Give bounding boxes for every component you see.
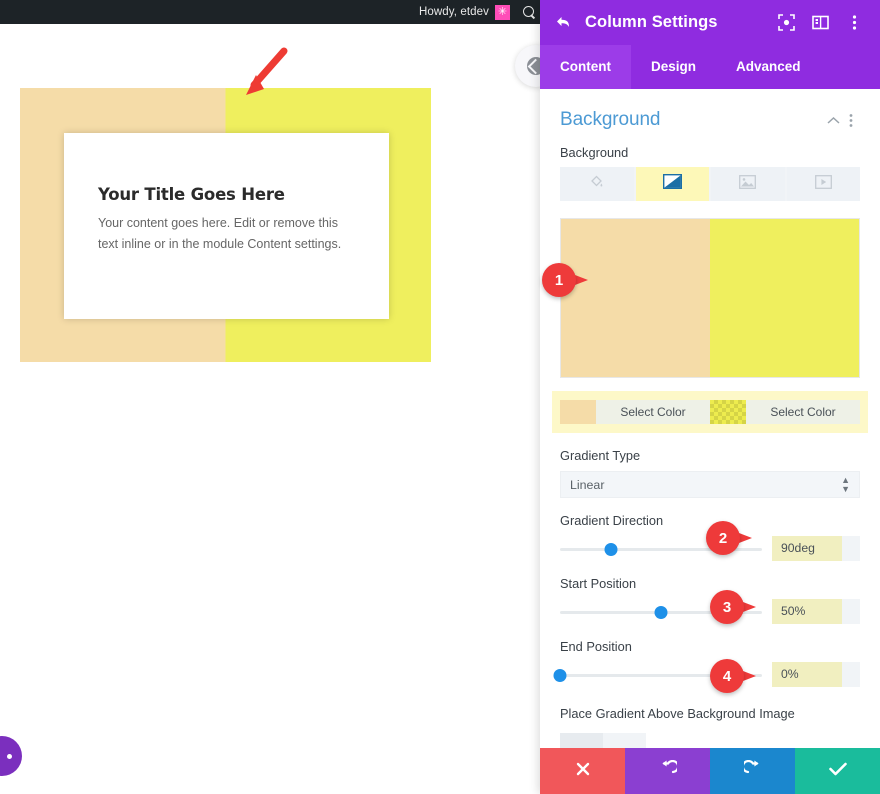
red-arrow-annotation <box>240 45 290 105</box>
checkmark-icon <box>828 762 847 781</box>
gradient-column[interactable]: Your Title Goes Here Your content goes h… <box>20 88 431 362</box>
marker-number: 4 <box>710 659 744 693</box>
tab-advanced[interactable]: Advanced <box>716 45 821 89</box>
screen: Howdy, etdev ✳ Your Title Goes Here Your… <box>0 0 880 794</box>
gradient-direction-value: 90deg <box>781 541 815 555</box>
panel-footer <box>540 748 880 794</box>
page-title: Column Settings <box>585 13 718 31</box>
gradient-type-select[interactable]: Linear ▲ ▼ <box>560 471 860 498</box>
save-button[interactable] <box>795 748 880 794</box>
video-icon <box>814 174 832 194</box>
start-position-label: Start Position <box>560 576 637 591</box>
annotation-marker-1: 1 <box>532 263 594 301</box>
tab-design[interactable]: Design <box>631 45 716 89</box>
section-title: Background <box>560 109 661 130</box>
end-position-input[interactable]: 0% <box>772 662 860 687</box>
end-position-value: 0% <box>781 667 799 681</box>
gradient-preview[interactable] <box>560 218 860 378</box>
panel-body: Background Background Select Color Selec… <box>540 89 880 748</box>
cancel-button[interactable] <box>540 748 625 794</box>
background-video-tab[interactable] <box>786 167 860 201</box>
builder-fab-button[interactable] <box>0 736 22 776</box>
gradient-type-value: Linear <box>570 477 605 492</box>
toggle-off-half[interactable] <box>560 732 603 748</box>
gradient-icon <box>662 173 682 194</box>
close-x-icon <box>575 761 591 782</box>
place-gradient-toggle[interactable] <box>560 732 646 748</box>
chevron-up-icon[interactable] <box>824 111 842 129</box>
panel-tabs: Content Design Advanced <box>540 45 880 89</box>
panel-layout-icon[interactable] <box>808 11 832 35</box>
panel-header: Column Settings <box>540 0 880 45</box>
text-module-card[interactable]: Your Title Goes Here Your content goes h… <box>64 133 389 319</box>
focus-target-icon[interactable] <box>774 11 798 35</box>
gradient-type-control: Gradient Type Linear ▲ ▼ <box>540 433 880 498</box>
annotation-marker-3: 3 <box>700 590 762 628</box>
background-gradient-tab[interactable] <box>635 167 709 201</box>
background-image-tab[interactable] <box>711 167 785 201</box>
background-field-label: Background <box>560 145 629 160</box>
gradient-end-swatch[interactable] <box>710 400 746 424</box>
annotation-marker-4: 4 <box>700 659 762 697</box>
gradient-color-row: Select Color Select Color <box>552 391 868 433</box>
gradient-direction-input[interactable]: 90deg <box>772 536 860 561</box>
chevron-updown-icon: ▲ ▼ <box>841 475 850 494</box>
gradient-start-swatch[interactable] <box>560 400 596 424</box>
gradient-type-label: Gradient Type <box>560 448 641 463</box>
howdy-label[interactable]: Howdy, etdev <box>419 6 489 18</box>
background-color-tab[interactable] <box>560 167 634 201</box>
toggle-on-half[interactable] <box>603 733 646 748</box>
search-icon[interactable] <box>521 4 537 20</box>
avatar[interactable]: ✳ <box>495 4 510 20</box>
background-type-tabs <box>560 167 860 201</box>
redo-button[interactable] <box>710 748 795 794</box>
marker-number: 1 <box>542 263 576 297</box>
annotation-marker-2: 2 <box>696 521 758 559</box>
wp-admin-bar: Howdy, etdev ✳ <box>0 0 545 24</box>
slider-thumb[interactable] <box>604 542 617 556</box>
undo-arrow-icon <box>659 759 679 783</box>
background-section-header[interactable]: Background <box>540 89 880 131</box>
gradient-start-select-color-button[interactable]: Select Color <box>596 400 710 424</box>
tab-content[interactable]: Content <box>540 45 631 89</box>
module-title: Your Title Goes Here <box>98 185 285 204</box>
module-body-text: Your content goes here. Edit or remove t… <box>98 216 342 251</box>
start-position-input[interactable]: 50% <box>772 599 860 624</box>
kebab-menu-icon[interactable] <box>842 11 866 35</box>
marker-number: 3 <box>710 590 744 624</box>
section-kebab-menu-icon[interactable] <box>842 111 860 129</box>
slider-thumb[interactable] <box>553 668 567 682</box>
slider-thumb[interactable] <box>654 605 668 619</box>
page-preview-area: Howdy, etdev ✳ Your Title Goes Here Your… <box>0 0 545 794</box>
undo-button[interactable] <box>625 748 710 794</box>
gradient-end-select-color-button[interactable]: Select Color <box>746 400 860 424</box>
end-position-label: End Position <box>560 639 632 654</box>
fab-dot-icon <box>6 753 12 759</box>
back-arrow-icon[interactable] <box>554 13 573 32</box>
marker-number: 2 <box>706 521 740 555</box>
start-position-value: 50% <box>781 604 806 618</box>
redo-arrow-icon <box>741 759 762 783</box>
image-icon <box>739 174 757 194</box>
paint-bucket-icon <box>589 174 604 194</box>
